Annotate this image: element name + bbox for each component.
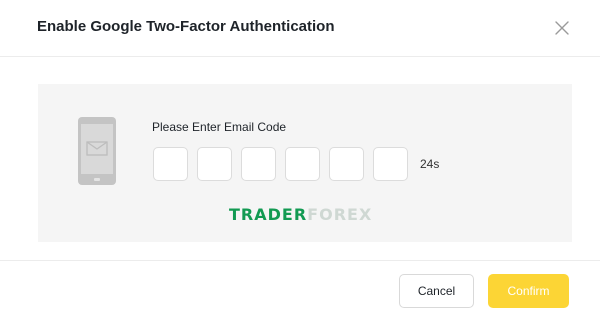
enable-2fa-dialog: Enable Google Two-Factor Authentication …: [0, 0, 600, 317]
cancel-button[interactable]: Cancel: [399, 274, 474, 308]
code-digit-input-4[interactable]: [285, 147, 320, 181]
code-digit-input-1[interactable]: [153, 147, 188, 181]
footer-divider: [0, 260, 600, 261]
confirm-button[interactable]: Confirm: [488, 274, 569, 308]
phone-email-icon: [78, 117, 116, 185]
code-input-group: [153, 147, 417, 181]
email-code-prompt: Please Enter Email Code: [152, 120, 287, 134]
resend-countdown: 24s: [420, 157, 440, 171]
code-digit-input-3[interactable]: [241, 147, 276, 181]
dialog-title: Enable Google Two-Factor Authentication: [37, 18, 335, 35]
code-digit-input-6[interactable]: [373, 147, 408, 181]
dialog-header: Enable Google Two-Factor Authentication: [0, 0, 600, 57]
watermark-part-a: TRADER: [229, 205, 308, 224]
close-icon[interactable]: [553, 19, 571, 37]
code-digit-input-2[interactable]: [197, 147, 232, 181]
code-digit-input-5[interactable]: [329, 147, 364, 181]
watermark-part-b: FOREX: [307, 205, 373, 224]
verification-panel: Please Enter Email Code 24s TRADERFOREX: [38, 84, 572, 242]
watermark-logo: TRADERFOREX: [229, 205, 372, 224]
